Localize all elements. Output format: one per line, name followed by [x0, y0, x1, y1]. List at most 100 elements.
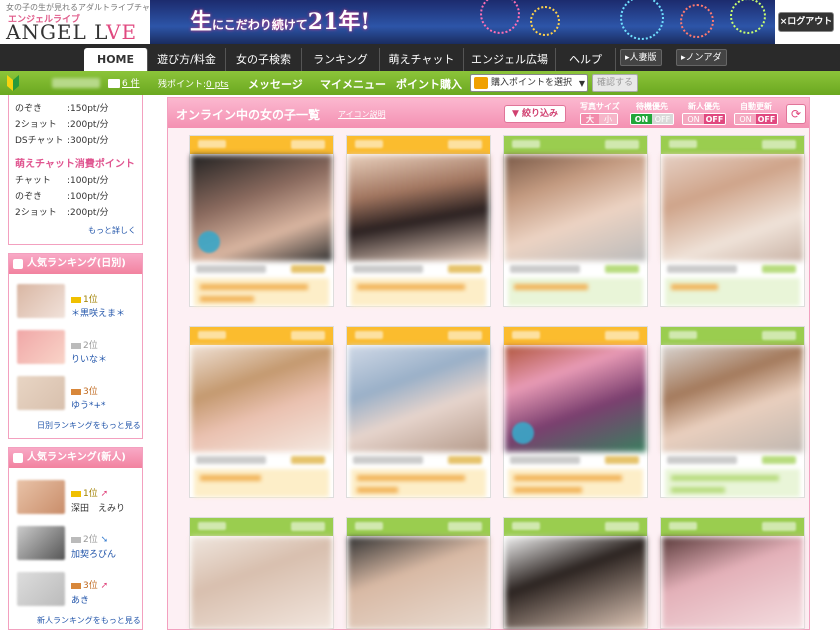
tab-search[interactable]: 女の子検索 — [226, 48, 302, 71]
performer-name[interactable] — [353, 265, 423, 273]
daily-ranking-more-link[interactable]: 日別ランキングをもっと見る — [37, 420, 141, 431]
ranker-thumbnail[interactable] — [17, 526, 65, 560]
tab-ranking[interactable]: ランキング — [302, 48, 380, 71]
daily-ranking-box: 人気ランキング(日別) 1位 ＊黒咲えま＊ 2位 りいな＊ 3位 ゆう*+* 日… — [8, 253, 143, 439]
point-purchase-select[interactable]: 購入ポイントを選択 ▼ — [470, 74, 588, 92]
performer-card[interactable] — [189, 326, 334, 498]
new-ranking-title: 人気ランキング(新人) — [27, 452, 126, 463]
performer-name[interactable] — [196, 265, 266, 273]
moe-points-heading: 萌えチャット消費ポイント — [15, 159, 135, 170]
points-value[interactable]: 0 pts — [206, 80, 229, 90]
my-menu-link[interactable]: マイメニュー — [320, 76, 386, 92]
cam-badge — [762, 331, 796, 340]
toggle-label: 自動更新 — [740, 102, 772, 111]
photo-size-toggle[interactable]: 写真サイズ大小 — [580, 101, 620, 125]
mail-count[interactable]: 6 件 — [108, 76, 140, 89]
performer-name[interactable] — [667, 456, 737, 464]
tab-home[interactable]: HOME — [84, 48, 148, 71]
firework-decoration — [680, 4, 714, 38]
performer-card[interactable] — [660, 135, 805, 307]
ranker-name-link[interactable]: 加契ろびん — [71, 547, 116, 560]
crown-icon — [71, 490, 81, 497]
toggle-off[interactable]: OFF — [756, 114, 777, 124]
message-link[interactable]: メッセージ — [248, 76, 303, 92]
tab-angel-plaza[interactable]: エンジェル広場 — [464, 48, 556, 71]
performer-card[interactable] — [346, 326, 491, 498]
performer-card[interactable] — [189, 517, 334, 629]
ranker-name-link[interactable]: あき — [71, 593, 89, 606]
toggle-option-small[interactable]: 小 — [599, 114, 617, 124]
price-row-2shot: 2ショット:200pt/分 — [15, 117, 109, 130]
toggle-off[interactable]: OFF — [704, 114, 725, 124]
tab-moe-chat[interactable]: 萌えチャット — [380, 48, 464, 71]
firework-decoration — [480, 0, 520, 34]
toggle-on[interactable]: ON — [683, 114, 704, 124]
moe-row-nozoki: のぞき:100pt/分 — [15, 189, 109, 202]
tab-how-to-play[interactable]: 遊び方/料金 — [148, 48, 226, 71]
performer-photo[interactable] — [662, 537, 803, 629]
performer-card[interactable] — [503, 326, 648, 498]
non-adult-button[interactable]: ▸ノンアダ — [676, 49, 727, 66]
performer-photo[interactable] — [348, 537, 489, 629]
mail-icon — [108, 79, 120, 88]
performer-card[interactable] — [503, 517, 648, 629]
card-status-bar — [504, 327, 647, 345]
performer-photo[interactable] — [505, 537, 646, 629]
site-logo[interactable]: ANGEL LVE — [6, 20, 137, 44]
ranker-name-link[interactable]: ゆう*+* — [71, 398, 106, 411]
performer-name[interactable] — [667, 265, 737, 273]
pricing-more-link[interactable]: もっと詳しく — [88, 225, 136, 236]
performer-photo[interactable] — [662, 155, 803, 261]
auto-refresh-toggle[interactable]: 自動更新 ON OFF — [734, 101, 778, 125]
ranker-name-link[interactable]: ＊黒咲えま＊ — [71, 306, 125, 319]
performer-card[interactable] — [660, 326, 805, 498]
performer-name[interactable] — [353, 456, 423, 464]
status-badge — [512, 140, 540, 148]
new-ranking-more-link[interactable]: 新人ランキングをもっと見る — [37, 615, 141, 626]
toggle-on[interactable]: ON — [631, 114, 652, 124]
performer-photo[interactable] — [191, 537, 332, 629]
performer-photo[interactable] — [348, 346, 489, 452]
icon-help-link[interactable]: アイコン説明 — [338, 109, 386, 120]
ranker-name-link[interactable]: りいな＊ — [71, 352, 107, 365]
performer-card[interactable] — [346, 135, 491, 307]
performer-card[interactable] — [503, 135, 648, 307]
performer-photo[interactable] — [505, 155, 646, 261]
level-badge — [448, 456, 482, 464]
ranker-thumbnail[interactable] — [17, 572, 65, 606]
performer-card[interactable] — [189, 135, 334, 307]
ranker-thumbnail[interactable] — [17, 376, 65, 410]
performer-photo[interactable] — [191, 346, 332, 452]
ranker-name-link[interactable]: 深田 えみり — [71, 501, 125, 514]
performer-name[interactable] — [510, 265, 580, 273]
performer-name[interactable] — [196, 456, 266, 464]
toggle-label: 写真サイズ — [580, 102, 620, 111]
rank-label: 3位 — [71, 384, 98, 397]
username-blurred — [52, 78, 100, 88]
performer-card[interactable] — [660, 517, 805, 629]
filter-button[interactable]: ▼ 絞り込み — [504, 105, 566, 123]
buy-points-link[interactable]: ポイント購入 — [396, 76, 462, 92]
toggle-on[interactable]: ON — [735, 114, 756, 124]
anniversary-banner[interactable]: 生にこだわり続けて21年! — [150, 0, 775, 44]
married-version-button[interactable]: ▸人妻版 — [620, 49, 662, 66]
refresh-icon[interactable]: ⟳ — [786, 104, 806, 124]
rank-label: 2位 — [71, 338, 98, 351]
performer-name[interactable] — [510, 456, 580, 464]
performer-photo[interactable] — [662, 346, 803, 452]
toggle-option-large[interactable]: 大 — [581, 114, 599, 124]
newcomer-priority-toggle[interactable]: 新人優先 ON OFF — [682, 101, 726, 125]
standby-priority-toggle[interactable]: 待機優先 ON OFF — [630, 101, 674, 125]
performer-card[interactable] — [346, 517, 491, 629]
performer-photo[interactable] — [348, 155, 489, 261]
logout-button[interactable]: ×ログアウト — [778, 12, 834, 32]
crown-icon — [71, 536, 81, 543]
ranker-thumbnail[interactable] — [17, 284, 65, 318]
ranker-thumbnail[interactable] — [17, 330, 65, 364]
tab-help[interactable]: ヘルプ — [556, 48, 616, 71]
ranker-thumbnail[interactable] — [17, 480, 65, 514]
rank-label: 1位 ➚ — [71, 486, 108, 499]
confirm-button[interactable]: 確認する — [592, 74, 638, 92]
price-value: :100pt/分 — [67, 192, 109, 202]
toggle-off[interactable]: OFF — [652, 114, 673, 124]
